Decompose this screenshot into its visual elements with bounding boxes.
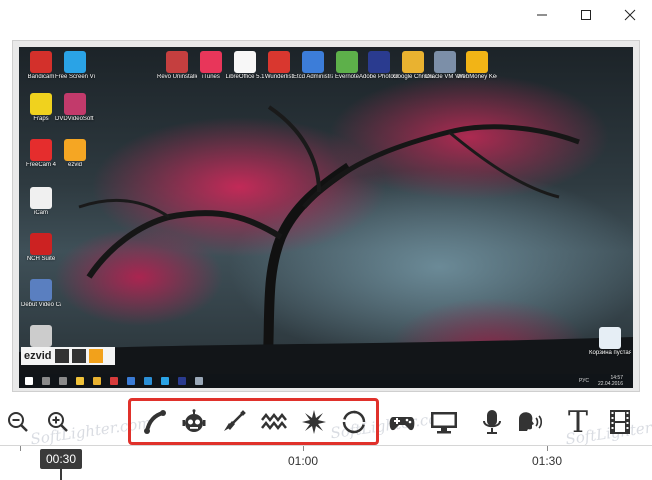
robot-icon <box>182 409 206 432</box>
effects-toolbar: T <box>0 402 652 442</box>
timeline[interactable]: 01:00 01:30 00:30 <box>0 445 652 480</box>
app-icon <box>30 325 52 347</box>
freecam-icon <box>30 139 52 161</box>
windows-taskbar: РУС 14:57 22.04.2016 <box>19 374 633 388</box>
timeline-tick-label: 01:00 <box>288 454 319 468</box>
libreoffice-icon <box>234 51 256 73</box>
logo-block <box>54 349 69 363</box>
chrome-icon <box>402 51 424 73</box>
game-button[interactable] <box>384 402 420 442</box>
bandicam-icon <box>30 51 52 73</box>
wunderlist-icon <box>268 51 290 73</box>
tree-illustration <box>19 105 633 388</box>
desktop-icon-free-screen-video-recorder[interactable]: Free Screen Video Re... <box>55 51 95 81</box>
logo-block <box>88 349 103 363</box>
waves-effect-button[interactable] <box>256 402 292 442</box>
minimize-button[interactable] <box>520 0 564 30</box>
itunes-icon <box>200 51 222 73</box>
speech-button[interactable] <box>512 402 548 442</box>
webmoney-icon <box>466 51 488 73</box>
word-icon[interactable] <box>127 377 135 385</box>
text-icon: T <box>567 404 588 440</box>
record-voice-button[interactable] <box>474 402 510 442</box>
explorer-icon[interactable] <box>76 377 84 385</box>
close-icon <box>624 9 636 21</box>
app-icon[interactable] <box>161 377 169 385</box>
screen-capture-button[interactable] <box>426 402 462 442</box>
swirl-effect-button[interactable] <box>336 402 372 442</box>
evernote-icon <box>336 51 358 73</box>
robot-effect-button[interactable] <box>176 402 212 442</box>
photoshop-icon[interactable] <box>178 377 186 385</box>
debut-icon <box>30 279 52 301</box>
recycle-bin-icon <box>599 327 621 349</box>
minimize-icon <box>537 14 547 16</box>
timeline-tick <box>303 446 304 451</box>
desktop-icon-ezvid[interactable]: ezvid <box>55 139 95 169</box>
desktop-icon-recycle-bin[interactable]: Корзина пустая <box>589 327 631 357</box>
maximize-icon <box>581 10 591 20</box>
desktop-screenshot: Bandicam Free Screen Video Re... Fraps D… <box>19 47 633 388</box>
phone-effect-button[interactable] <box>136 402 172 442</box>
revo-icon <box>166 51 188 73</box>
guitar-icon <box>224 410 246 431</box>
monitor-icon <box>431 412 457 434</box>
guitar-effect-button[interactable] <box>216 402 252 442</box>
playhead[interactable]: 00:30 <box>40 449 82 469</box>
ezvid-icon <box>64 139 86 161</box>
microphone-icon <box>483 410 501 434</box>
burst-effect-button[interactable] <box>296 402 332 442</box>
burst-icon <box>302 410 326 434</box>
screen-recorder-icon <box>64 51 86 73</box>
icam-icon <box>30 187 52 209</box>
waves-icon <box>261 412 287 431</box>
speaking-head-icon <box>519 412 543 431</box>
zoom-out-button[interactable] <box>0 402 36 442</box>
film-strip-icon <box>610 410 630 434</box>
zoom-in-button[interactable] <box>40 402 76 442</box>
phone-icon <box>144 410 166 434</box>
nch-suite-icon <box>30 233 52 255</box>
logo-block <box>71 349 86 363</box>
timeline-tick <box>547 446 548 451</box>
text-button[interactable]: T <box>560 402 596 442</box>
start-icon[interactable] <box>25 377 33 385</box>
chrome-icon[interactable] <box>93 377 101 385</box>
close-button[interactable] <box>608 0 652 30</box>
desktop-icon-nch-suite[interactable]: NCH Suite <box>21 233 61 263</box>
photoshop-icon <box>368 51 390 73</box>
free-studio-icon <box>64 93 86 115</box>
maximize-button[interactable] <box>564 0 608 30</box>
ezvid-logo: ezvid <box>21 347 115 365</box>
language-indicator[interactable]: РУС <box>579 378 589 384</box>
video-preview-panel: Bandicam Free Screen Video Re... Fraps D… <box>12 40 640 392</box>
fraps-icon <box>30 93 52 115</box>
timeline-tick-label: 01:30 <box>532 454 563 468</box>
app-icon[interactable] <box>110 377 118 385</box>
virtualbox-icon <box>434 51 456 73</box>
zoom-in-icon <box>48 412 68 432</box>
zoom-out-icon <box>8 412 28 432</box>
add-video-button[interactable] <box>602 402 638 442</box>
desktop-icon-free-studio[interactable]: DVDVideoSoft Free Studio <box>55 93 95 123</box>
desktop-icon-misc[interactable] <box>21 325 61 347</box>
clock[interactable]: 14:57 22.04.2016 <box>598 375 623 387</box>
desktop-icon-webmoney[interactable]: WebMoney Keeper <box>457 51 497 81</box>
app-icon[interactable] <box>144 377 152 385</box>
desktop-icon-debut[interactable]: Debut Video Capture S... <box>21 279 61 309</box>
swirl-icon <box>342 410 366 434</box>
timeline-tick <box>20 446 21 451</box>
desktop-icon-icam[interactable]: iCam <box>21 187 61 217</box>
playhead-marker[interactable] <box>60 469 62 480</box>
title-bar <box>0 0 652 32</box>
gamepad-icon <box>389 417 415 431</box>
search-icon[interactable] <box>42 377 50 385</box>
app-icon[interactable] <box>195 377 203 385</box>
etcd-icon <box>302 51 324 73</box>
task-view-icon[interactable] <box>59 377 67 385</box>
